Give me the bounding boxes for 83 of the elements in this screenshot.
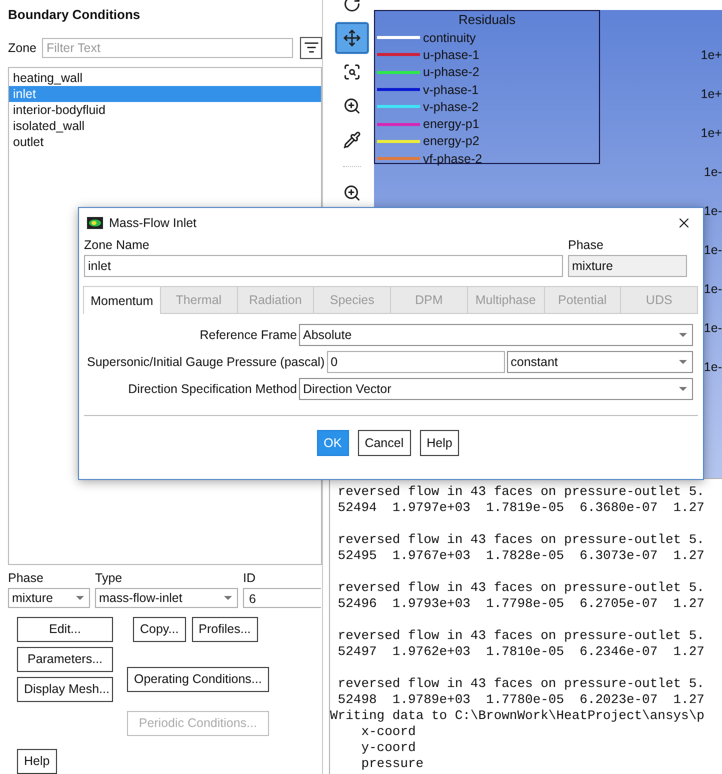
- caret-icon: [76, 596, 84, 600]
- axis-tick-label: 1e+: [700, 86, 722, 103]
- console-line: y-coord: [360, 740, 417, 756]
- axis-tick-label: 1e-: [704, 281, 722, 298]
- caret-icon: [679, 387, 687, 391]
- console-line: reversed flow in 43 faces on pressure-outlet 5.: [336, 676, 706, 692]
- console-line: x-coord: [360, 724, 417, 740]
- id-field[interactable]: 6: [243, 588, 321, 608]
- console-line: 52497 1.9762e+03 1.7810e-05 6.2346e-07 1.27: [336, 644, 706, 660]
- field-label: Supersonic/Initial Gauge Pressure (pascal): [87, 355, 325, 369]
- legend-title: Residuals: [457, 12, 517, 29]
- legend-label: continuity: [423, 30, 476, 45]
- type-label: Type: [95, 570, 124, 585]
- caret-icon: [679, 360, 687, 364]
- legend-label: u-phase-1: [423, 48, 480, 62]
- caret-icon: [224, 596, 232, 600]
- dropdown[interactable]: constant: [506, 351, 693, 373]
- legend-label: v-phase-1: [423, 82, 479, 97]
- console-line: 52498 1.9789e+03 1.7780e-05 6.2023e-07 1.27: [336, 692, 706, 708]
- zone-item[interactable]: interior-bodyfluid: [9, 102, 321, 118]
- tab[interactable]: Momentum: [83, 286, 161, 314]
- zone-name-field[interactable]: inlet: [84, 255, 563, 277]
- zone-item[interactable]: isolated_wall: [9, 118, 321, 134]
- action-button[interactable]: Operating Conditions...: [127, 666, 269, 692]
- console-line: Writing data to C:\BrownWork\HeatProject\ansys\p: [330, 708, 706, 724]
- action-button[interactable]: Parameters...: [17, 646, 113, 672]
- field-label: Reference Frame: [198, 328, 297, 342]
- zone-item[interactable]: outlet: [9, 134, 321, 150]
- dropdown[interactable]: Absolute: [299, 324, 693, 346]
- filter-button[interactable]: [300, 36, 322, 59]
- legend-label: vf-phase-2: [423, 152, 482, 166]
- axis-tick-label: 1e+: [700, 47, 722, 64]
- zone-label: Zone: [8, 40, 36, 55]
- legend-label: energy-p1: [423, 117, 480, 132]
- move-icon: [342, 29, 360, 47]
- action-button[interactable]: Copy...: [133, 616, 186, 642]
- zoom-fit-icon: [342, 63, 360, 81]
- action-button[interactable]: Display Mesh...: [17, 676, 113, 702]
- zoom-box-icon: [342, 184, 360, 202]
- legend-label: u-phase-2: [423, 65, 480, 80]
- panel-title: Boundary Conditions: [8, 7, 142, 24]
- rotate-icon: [342, 0, 360, 13]
- toolbar-separator: [342, 166, 360, 167]
- action-button[interactable]: Help: [17, 748, 57, 774]
- app-icon: [87, 217, 103, 229]
- axis-tick-label: 1e+: [700, 125, 722, 142]
- caret-icon: [679, 333, 687, 337]
- axis-tick-label: 1e-: [704, 242, 722, 259]
- zone-name-label: Zone Name: [84, 238, 150, 252]
- eyedropper-icon: [342, 131, 360, 149]
- zoom-in-icon: [342, 97, 360, 115]
- dialog-title: Mass-Flow Inlet: [109, 216, 198, 230]
- console-line: pressure: [360, 756, 425, 772]
- axis-tick-label: 1e-: [704, 320, 722, 337]
- console-line: 52496 1.9793e+03 1.7798e-05 6.2705e-07 1.27: [336, 596, 706, 612]
- console-line: reversed flow in 43 faces on pressure-outlet 5.: [336, 580, 706, 596]
- console-line: 52494 1.9797e+03 1.7819e-05 6.3680e-07 1.27: [336, 500, 706, 516]
- dialog-button[interactable]: Help: [420, 430, 460, 456]
- action-button[interactable]: Profiles...: [192, 616, 258, 642]
- toolbar-button[interactable]: [334, 22, 368, 54]
- phase-label: Phase: [568, 238, 604, 252]
- id-label: ID: [243, 570, 256, 585]
- filter-icon: [304, 40, 319, 56]
- console-line: reversed flow in 43 faces on pressure-outlet 5.: [336, 628, 706, 644]
- console-line: reversed flow in 43 faces on pressure-outlet 5.: [336, 484, 706, 500]
- action-button[interactable]: Edit...: [17, 616, 113, 642]
- dialog-button[interactable]: Cancel: [358, 430, 411, 456]
- filter-field[interactable]: Filter Text: [42, 38, 294, 58]
- type-dropdown[interactable]: mass-flow-inlet: [95, 588, 238, 608]
- legend-label: energy-p2: [423, 134, 480, 148]
- phase-field: mixture: [568, 255, 687, 277]
- dropdown[interactable]: Direction Vector: [299, 378, 693, 400]
- axis-tick-label: 1e-: [704, 203, 722, 220]
- console-line: reversed flow in 43 faces on pressure-outlet 5.: [336, 532, 706, 548]
- console-line: 52495 1.9767e+03 1.7828e-05 6.3073e-07 1.27: [336, 548, 706, 564]
- pressure-field[interactable]: 0: [326, 351, 505, 373]
- legend-label: v-phase-2: [423, 100, 479, 114]
- field-label: Direction Specification Method: [127, 382, 297, 396]
- phase-dropdown[interactable]: mixture: [8, 588, 90, 608]
- phase-label: Phase: [8, 570, 44, 585]
- axis-tick-label: 1e-: [704, 359, 722, 376]
- zone-item[interactable]: heating_wall: [9, 70, 321, 86]
- axis-tick-label: 1e-: [704, 164, 722, 181]
